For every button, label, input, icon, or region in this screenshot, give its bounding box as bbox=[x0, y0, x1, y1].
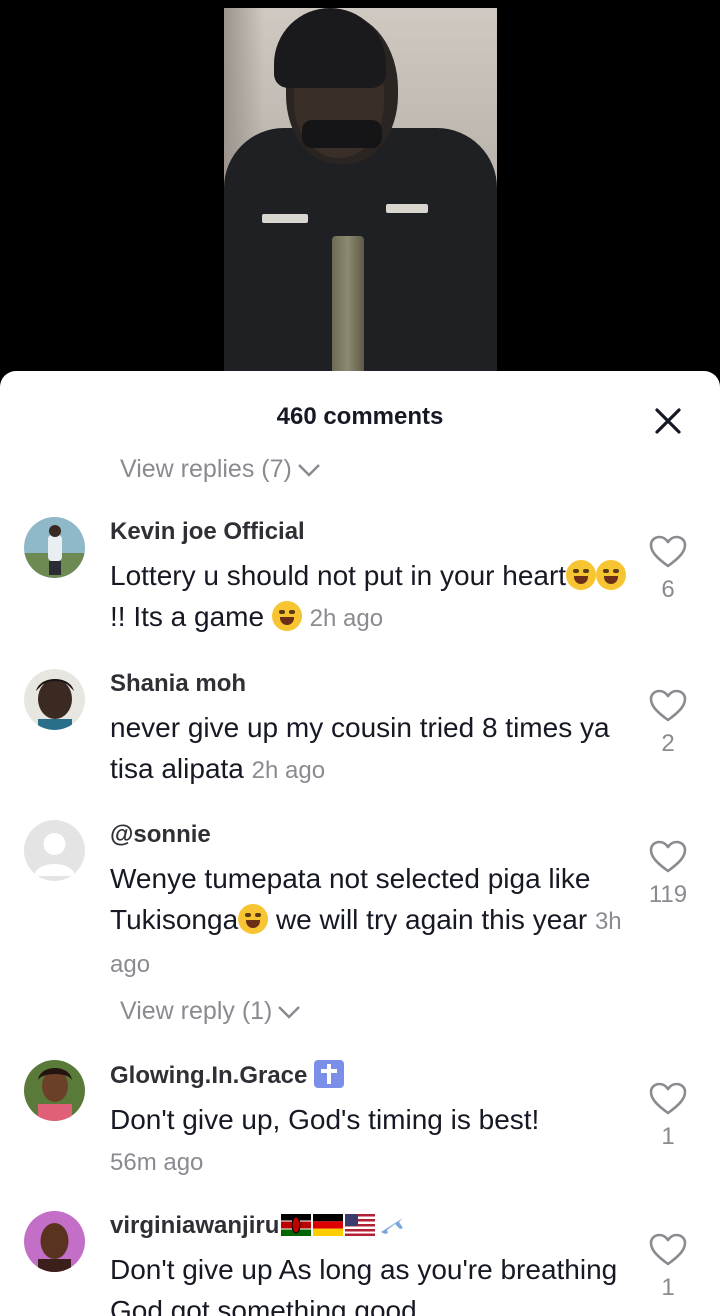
video-person-mask bbox=[302, 120, 382, 148]
comment-text: Wenye tumepata not selected piga like Tu… bbox=[110, 863, 622, 978]
comment-username[interactable]: Kevin joe Official bbox=[110, 517, 630, 547]
comment-username[interactable]: @sonnie bbox=[110, 820, 630, 850]
view-reply-button[interactable]: View reply (1) bbox=[120, 997, 302, 1026]
comment-text: Don't give up, God's timing is best! 56m… bbox=[110, 1104, 540, 1176]
cross-emoji-icon bbox=[314, 1060, 345, 1088]
view-reply-label: View reply (1) bbox=[120, 997, 273, 1025]
like-button[interactable]: 119 bbox=[646, 840, 690, 909]
comment-text: Don't give up As long as you're breathin… bbox=[110, 1254, 618, 1316]
like-count: 6 bbox=[661, 576, 675, 603]
comment-username[interactable]: Shania moh bbox=[110, 669, 630, 699]
uniform-patch-right bbox=[386, 204, 428, 213]
close-button[interactable] bbox=[648, 401, 688, 441]
comment-text: never give up my cousin tried 8 times ya… bbox=[110, 712, 610, 784]
video-person-beanie bbox=[274, 8, 386, 88]
heart-icon bbox=[649, 840, 687, 873]
like-button[interactable]: 1 bbox=[646, 1082, 690, 1151]
usa-flag-icon bbox=[345, 1214, 376, 1236]
like-button[interactable]: 2 bbox=[646, 689, 690, 758]
avatar[interactable] bbox=[24, 820, 85, 881]
comment-timestamp: 56m ago bbox=[110, 1149, 204, 1176]
like-count: 2 bbox=[661, 730, 675, 757]
like-count: 1 bbox=[661, 1123, 675, 1150]
kenya-flag-icon bbox=[281, 1214, 312, 1236]
airplane-icon bbox=[381, 1218, 404, 1234]
video-stick bbox=[332, 236, 364, 378]
chevron-down-icon bbox=[297, 463, 320, 477]
comment-username[interactable]: Glowing.In.Grace bbox=[110, 1060, 630, 1091]
avatar[interactable] bbox=[24, 517, 85, 578]
like-button[interactable]: 1 bbox=[646, 1233, 690, 1302]
joy-emoji-icon bbox=[271, 601, 302, 631]
comments-sheet: 460 comments View replies (7) Kevin joe … bbox=[0, 371, 720, 1316]
like-button[interactable]: 6 bbox=[646, 535, 690, 604]
heart-icon bbox=[649, 689, 687, 722]
joy-emoji-icon bbox=[238, 904, 269, 934]
view-replies-label: View replies (7) bbox=[120, 455, 292, 483]
like-count: 119 bbox=[648, 881, 688, 908]
germany-flag-icon bbox=[313, 1214, 344, 1236]
view-replies-button[interactable]: View replies (7) bbox=[120, 455, 322, 484]
like-count: 1 bbox=[661, 1274, 675, 1301]
avatar[interactable] bbox=[24, 669, 85, 730]
heart-icon bbox=[649, 1233, 687, 1266]
uniform-patch-left bbox=[262, 214, 308, 223]
close-icon bbox=[655, 408, 681, 434]
comment-text: Lottery u should not put in your heart!!… bbox=[110, 555, 630, 639]
comments-count-title: 460 comments bbox=[276, 403, 444, 430]
heart-icon bbox=[649, 1082, 687, 1115]
rofl-emoji-icon bbox=[566, 560, 597, 590]
rofl-emoji-icon bbox=[596, 560, 627, 590]
chevron-down-icon bbox=[278, 1005, 301, 1019]
heart-icon bbox=[649, 535, 687, 568]
avatar[interactable] bbox=[24, 1060, 85, 1121]
comment-timestamp: 2h ago bbox=[251, 757, 326, 784]
avatar[interactable] bbox=[24, 1211, 85, 1272]
comment-timestamp: 2h ago bbox=[309, 605, 384, 632]
video-player[interactable] bbox=[224, 8, 497, 378]
comment-username[interactable]: virginiawanjiru bbox=[110, 1211, 630, 1241]
